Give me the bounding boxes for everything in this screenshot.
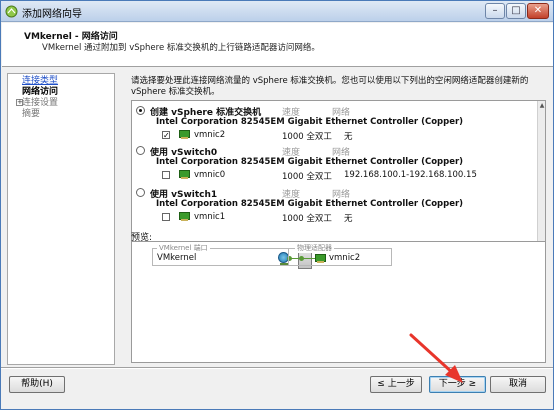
content-panel: 请选择要处理此连接网络流量的 vSphere 标准交换机。您也可以使用以下列出的…	[118, 73, 548, 365]
step-description: VMkernel 通过附加到 vSphere 标准交换机的上行链路适配器访问网络…	[42, 43, 320, 53]
annotation-arrow-icon	[409, 333, 463, 383]
nic-checkbox-vmnic2[interactable]: ✓	[162, 131, 170, 140]
nic-network: 无	[344, 214, 353, 224]
adapter-name: vmnic2	[329, 253, 361, 263]
nic-checkbox-vmnic1[interactable]	[162, 213, 170, 221]
step-connection-type[interactable]: 连接类型	[22, 76, 58, 87]
window-title: 添加网络向导	[22, 9, 82, 20]
nic-speed: 1000 全双工	[282, 214, 332, 224]
network-adapter-icon	[179, 212, 190, 221]
cancel-button[interactable]: 取消	[490, 376, 546, 393]
nic-checkbox-vmnic0[interactable]	[162, 171, 170, 179]
nic-name: vmnic2	[194, 130, 226, 140]
nic-description: Intel Corporation 82545EM Gigabit Ethern…	[156, 199, 464, 209]
adapter-caption: 物理适配器	[295, 243, 334, 253]
port-group-caption: VMkernel 端口	[157, 243, 210, 253]
step-summary: 摘要	[22, 109, 41, 119]
switch-option-vswitch1[interactable]: 使用 vSwitch1 速度 网络 Intel Corporation 8254…	[132, 185, 537, 225]
network-adapter-icon	[179, 170, 190, 179]
nic-description: Intel Corporation 82545EM Gigabit Ethern…	[156, 117, 464, 127]
vsphere-app-icon	[5, 5, 18, 18]
wizard-steps-panel: 连接类型 网络访问 + 连接设置 摘要	[7, 73, 115, 365]
step-network-access: 网络访问	[22, 87, 59, 97]
scroll-up-arrow-icon[interactable]: ▲	[538, 101, 545, 110]
vmkernel-port-name: VMkernel	[157, 253, 197, 263]
nic-description: Intel Corporation 82545EM Gigabit Ethern…	[156, 157, 464, 167]
wizard-window: 添加网络向导 – □ ✕ VMkernel - 网络访问 VMkernel 通过…	[0, 0, 554, 410]
preview-panel: VMkernel 端口 VMkernel 物理适配器 vmnic2	[131, 241, 546, 363]
instructions-text: 请选择要处理此连接网络流量的 vSphere 标准交换机。您也可以使用以下列出的…	[131, 76, 529, 97]
physical-adapter-box: 物理适配器 vmnic2	[288, 243, 392, 266]
switch-option-vswitch0[interactable]: 使用 vSwitch0 速度 网络 Intel Corporation 8254…	[132, 143, 537, 183]
title-bar[interactable]: 添加网络向导 – □ ✕	[1, 1, 553, 22]
radio-vswitch1[interactable]	[136, 188, 145, 197]
link-dot	[299, 256, 304, 261]
radio-vswitch0[interactable]	[136, 146, 145, 155]
network-adapter-icon	[315, 254, 326, 263]
vmkernel-port-group-box: VMkernel 端口 VMkernel	[152, 243, 312, 269]
nic-name: vmnic1	[194, 212, 226, 222]
link-line	[293, 258, 315, 259]
network-adapter-icon	[179, 130, 190, 139]
nic-speed: 1000 全双工	[282, 132, 332, 142]
help-button[interactable]: 帮助(H)	[9, 376, 65, 393]
maximize-button[interactable]: □	[506, 3, 526, 19]
nic-network: 无	[344, 132, 353, 142]
nic-name: vmnic0	[194, 170, 226, 180]
radio-create-switch[interactable]	[136, 106, 145, 115]
nic-network: 192.168.100.1-192.168.100.15	[344, 170, 477, 180]
step-connection-settings-label: 连接设置	[22, 98, 59, 108]
switch-option-create[interactable]: 创建 vSphere 标准交换机 速度 网络 Intel Corporation…	[132, 103, 537, 142]
close-button[interactable]: ✕	[527, 3, 549, 19]
wizard-header: VMkernel - 网络访问 VMkernel 通过附加到 vSphere 标…	[2, 23, 553, 67]
nic-speed: 1000 全双工	[282, 172, 332, 182]
minimize-button[interactable]: –	[485, 3, 505, 19]
